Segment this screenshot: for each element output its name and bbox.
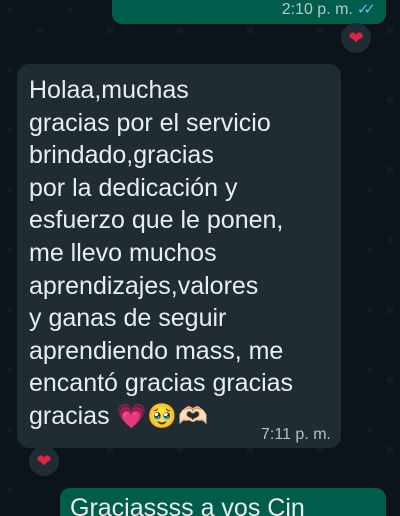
incoming-message-bubble[interactable]: Holaa,muchas gracias por el servicio bri…	[17, 64, 341, 448]
message-emojis: 💗🥹🫶🏻	[116, 402, 210, 430]
outgoing-message-bubble[interactable]: 2:10 p. m. ✓✓	[112, 0, 386, 24]
message-body: Holaa,muchas gracias por el servicio bri…	[29, 76, 294, 430]
heart-reaction-icon[interactable]: ❤	[341, 23, 371, 53]
message-meta: 2:10 p. m. ✓✓	[281, 0, 376, 19]
read-receipt-icon: ✓✓	[356, 1, 376, 18]
heart-reaction-icon[interactable]: ❤	[29, 446, 59, 476]
message-text: Holaa,muchas gracias por el servicio bri…	[29, 74, 335, 434]
message-time: 7:11 p. m.	[261, 426, 331, 443]
message-time: 2:10 p. m.	[281, 1, 353, 18]
outgoing-message-bubble[interactable]: Graciassss a vos Cin	[60, 488, 386, 516]
message-text: Graciassss a vos Cin	[70, 494, 305, 516]
